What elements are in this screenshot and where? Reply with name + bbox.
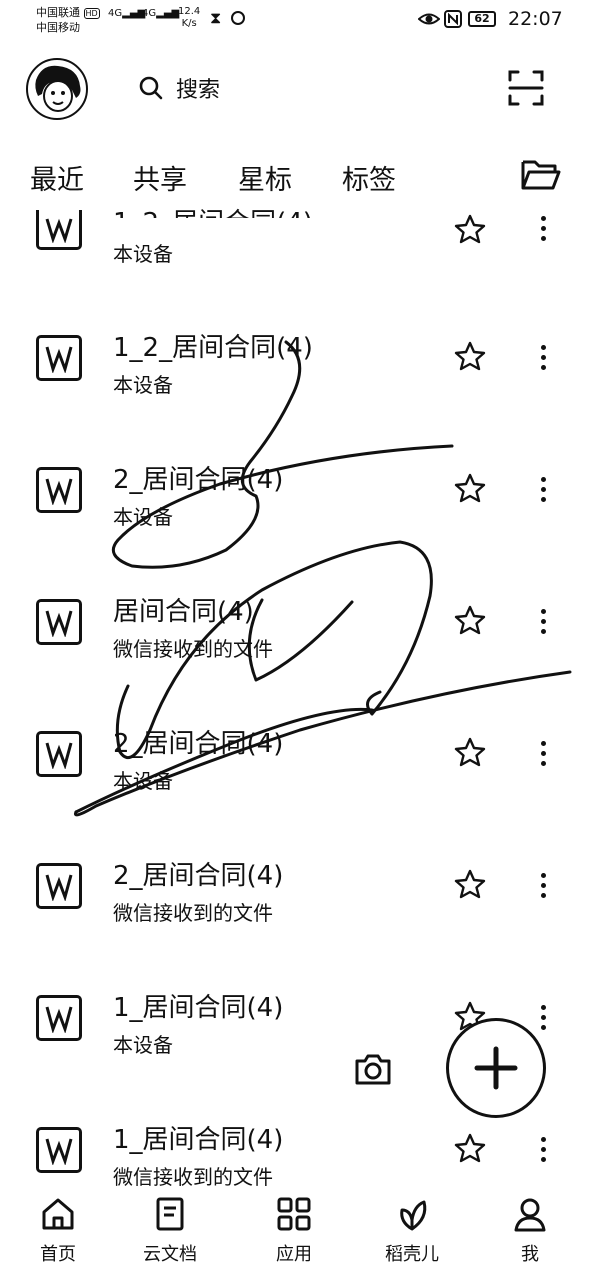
search-icon [139, 76, 163, 100]
wps-doc-icon [36, 1127, 82, 1173]
add-button[interactable] [446, 1018, 546, 1118]
nav-label: 应用 [276, 1244, 312, 1265]
list-item[interactable]: 1_2_居间合同(4) 本设备 [0, 327, 590, 459]
tab-tags[interactable]: 标签 [342, 158, 396, 197]
tab-shared[interactable]: 共享 [133, 158, 187, 197]
wps-doc-icon [36, 599, 82, 645]
list-item[interactable]: 居间合同(4) 微信接收到的文件 [0, 591, 590, 723]
file-location: 本设备 [113, 769, 173, 793]
list-item[interactable]: 1_居间合同(4) 微信接收到的文件 [0, 1119, 590, 1189]
file-location: 本设备 [113, 242, 173, 266]
nav-home[interactable]: 首页 [8, 1196, 108, 1266]
plus-icon [474, 1046, 518, 1090]
file-location: 本设备 [113, 373, 173, 397]
more-icon[interactable] [536, 216, 550, 246]
signal-icon: 4G▂▄▆ [108, 8, 146, 19]
star-icon[interactable] [454, 869, 486, 899]
star-icon[interactable] [454, 1133, 486, 1163]
leaf-icon [400, 1200, 427, 1231]
nfc-icon [444, 10, 462, 32]
file-name: 1_2_居间合同(4) [113, 202, 313, 218]
list-item[interactable]: 2_居间合同(4) 本设备 [0, 723, 590, 855]
nav-label: 云文档 [143, 1244, 197, 1265]
clock: 22:07 [508, 8, 563, 30]
star-icon[interactable] [454, 605, 486, 635]
hourglass-icon: ⧗ [210, 8, 222, 27]
more-icon[interactable] [536, 741, 550, 771]
star-icon[interactable] [454, 737, 486, 767]
more-icon[interactable] [536, 873, 550, 903]
tab-starred[interactable]: 星标 [238, 158, 292, 197]
file-name: 1_居间合同(4) [113, 993, 284, 1023]
nav-label: 稻壳儿 [385, 1244, 439, 1265]
nav-cloud-docs[interactable]: 云文档 [120, 1196, 220, 1266]
file-location: 微信接收到的文件 [113, 901, 273, 925]
folder-icon[interactable] [520, 156, 562, 196]
wps-doc-icon [36, 731, 82, 777]
star-icon[interactable] [454, 473, 486, 503]
wps-doc-icon [36, 995, 82, 1041]
home-icon [42, 1198, 74, 1230]
more-icon[interactable] [536, 609, 550, 639]
nav-docer[interactable]: 稻壳儿 [362, 1196, 462, 1266]
file-name: 2_居间合同(4) [113, 465, 284, 495]
battery-icon: 62 [468, 11, 496, 27]
list-item[interactable]: 1_2_居间合同(4) 本设备 [0, 208, 590, 342]
apps-icon [277, 1197, 311, 1231]
camera-icon[interactable] [354, 1052, 392, 1090]
carrier-info: 中国联通 HD 中国移动 [36, 6, 100, 34]
nav-me[interactable]: 我 [480, 1196, 580, 1266]
file-location: 微信接收到的文件 [113, 637, 273, 661]
search-box[interactable]: 搜索 [138, 70, 220, 106]
nav-label: 我 [521, 1244, 539, 1265]
file-location: 本设备 [113, 1033, 173, 1057]
file-name: 2_居间合同(4) [113, 729, 284, 759]
nav-apps[interactable]: 应用 [244, 1196, 344, 1266]
more-icon[interactable] [536, 1137, 550, 1167]
wps-doc-icon [36, 335, 82, 381]
network-speed: 12.4 K/s [178, 6, 201, 29]
eye-icon [417, 10, 441, 32]
list-item[interactable]: 2_居间合同(4) 本设备 [0, 459, 590, 591]
signal-icon: 4G▂▄▆ [142, 8, 180, 19]
wps-doc-icon [36, 863, 82, 909]
wps-doc-icon [36, 467, 82, 513]
file-location: 本设备 [113, 505, 173, 529]
cloud-doc-icon [156, 1197, 184, 1231]
search-placeholder: 搜索 [176, 78, 221, 103]
file-name: 1_居间合同(4) [113, 1125, 284, 1155]
tab-recent[interactable]: 最近 [30, 158, 84, 197]
more-icon[interactable] [536, 345, 550, 375]
hd-badge: HD [83, 8, 100, 19]
tab-bar: 最近 共享 星标 标签 [0, 150, 590, 206]
file-name: 居间合同(4) [113, 597, 254, 627]
wps-doc-icon [36, 210, 82, 250]
file-name: 2_居间合同(4) [113, 861, 284, 891]
nav-label: 首页 [40, 1244, 76, 1265]
file-location: 微信接收到的文件 [113, 1165, 273, 1189]
person-icon [514, 1198, 546, 1232]
status-bar: 中国联通 HD 中国移动 4G▂▄▆ 4G▂▄▆ 12.4 K/s ⧗ 62 2… [0, 0, 590, 40]
circle-icon [230, 10, 246, 30]
list-item[interactable]: 2_居间合同(4) 微信接收到的文件 [0, 855, 590, 987]
bottom-nav: 首页 云文档 应用 稻壳儿 我 [0, 1190, 590, 1280]
scan-icon[interactable] [506, 68, 546, 108]
file-name: 1_2_居间合同(4) [113, 333, 313, 363]
avatar[interactable] [26, 58, 88, 120]
star-icon[interactable] [454, 341, 486, 371]
more-icon[interactable] [536, 477, 550, 507]
star-icon[interactable] [454, 214, 486, 244]
